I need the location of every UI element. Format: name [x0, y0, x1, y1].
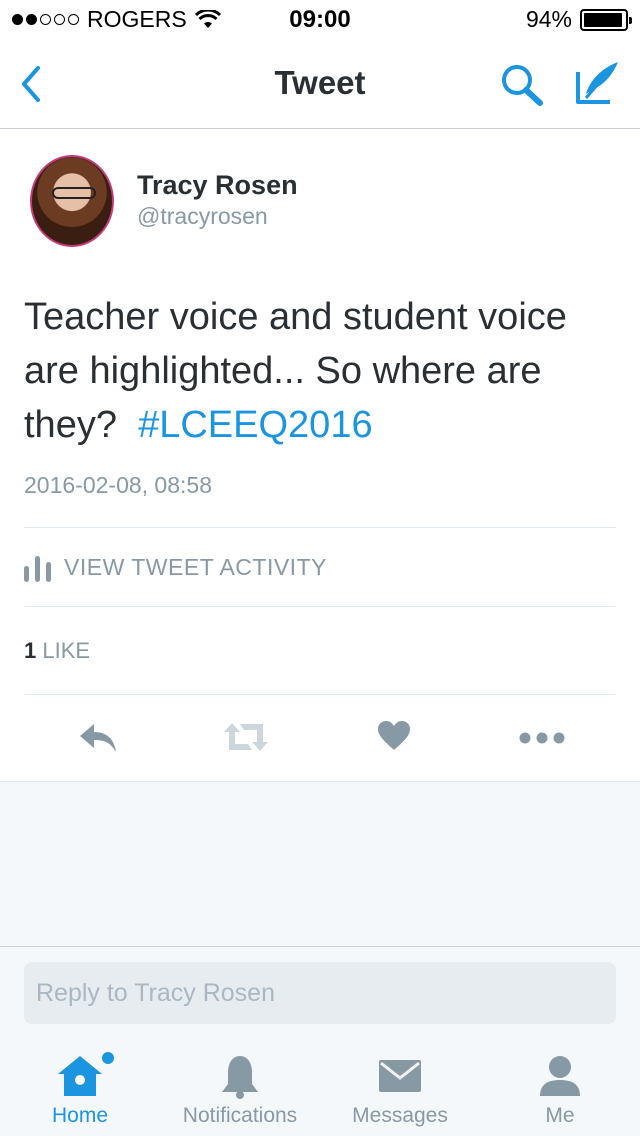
- activity-label: VIEW TWEET ACTIVITY: [64, 553, 327, 580]
- battery-info: 94%: [525, 6, 632, 33]
- tweet-actions: [0, 714, 640, 762]
- reply-icon[interactable]: [78, 720, 118, 754]
- battery-percent: 94%: [525, 6, 572, 32]
- divider: [24, 694, 616, 695]
- tab-bar: Home Notifications Messages Me: [0, 1038, 640, 1136]
- tab-me[interactable]: Me: [480, 1038, 640, 1136]
- tab-home[interactable]: Home: [0, 1038, 160, 1136]
- envelope-icon: [379, 1060, 421, 1092]
- tweet-text: Teacher voice and student voice are high…: [24, 290, 614, 452]
- tab-notifications[interactable]: Notifications: [160, 1038, 320, 1136]
- tweet-timestamp: 2016-02-08, 08:58: [24, 472, 212, 498]
- home-icon: [58, 1056, 102, 1096]
- new-content-indicator: [102, 1052, 114, 1064]
- author-name[interactable]: Tracy Rosen: [137, 170, 298, 201]
- battery-level: [584, 12, 622, 27]
- avatar[interactable]: [30, 155, 114, 247]
- compose-icon[interactable]: [572, 58, 622, 108]
- search-icon[interactable]: [498, 62, 546, 108]
- bar-chart-icon: [24, 556, 51, 582]
- person-icon: [540, 1056, 580, 1096]
- tab-label: Me: [545, 1104, 575, 1127]
- navigation-bar: Tweet: [0, 40, 640, 129]
- divider: [24, 527, 616, 528]
- empty-replies-area: [0, 781, 640, 947]
- retweet-icon[interactable]: [222, 720, 270, 754]
- tab-label: Messages: [352, 1104, 448, 1127]
- author-avatar[interactable]: [30, 155, 114, 247]
- status-bar: ROGERS 09:00 94%: [0, 0, 640, 40]
- reply-bar: [0, 948, 640, 1038]
- tab-label: Notifications: [182, 1104, 298, 1127]
- likes-label: LIKE: [42, 638, 91, 663]
- reply-input[interactable]: [24, 962, 616, 1024]
- hashtag-link[interactable]: #LCEEQ2016: [138, 404, 373, 446]
- divider: [24, 606, 616, 607]
- tab-messages[interactable]: Messages: [320, 1038, 480, 1136]
- author-handle[interactable]: @tracyrosen: [137, 203, 268, 230]
- more-options-icon[interactable]: [519, 732, 565, 744]
- tab-label: Home: [51, 1104, 109, 1127]
- likes-count[interactable]: 1 LIKE: [24, 638, 90, 664]
- bell-icon: [222, 1056, 258, 1099]
- heart-icon[interactable]: [377, 720, 411, 752]
- battery-icon: [580, 8, 632, 31]
- likes-number: 1: [24, 638, 37, 663]
- view-tweet-activity-button[interactable]: VIEW TWEET ACTIVITY: [24, 552, 327, 582]
